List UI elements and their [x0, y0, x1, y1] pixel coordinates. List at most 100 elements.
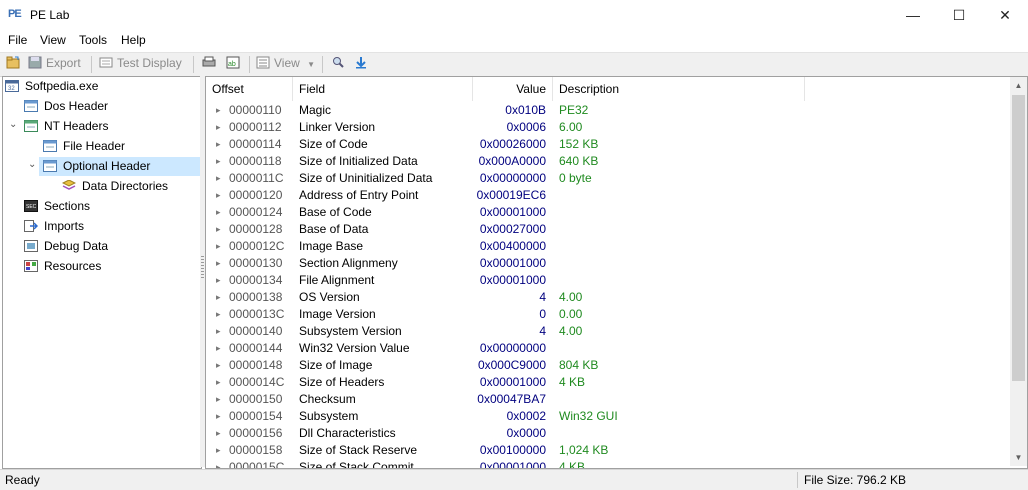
toolbar: Export Test Display ab View ▼: [0, 52, 1028, 77]
expand-arrow-icon: ▸: [216, 156, 221, 166]
download-button[interactable]: [354, 56, 372, 72]
table-row[interactable]: ▸ 00000138 OS Version 4 4.00: [206, 289, 1010, 306]
toolbar-separator: [249, 56, 250, 73]
table-row[interactable]: ▸ 00000124 Base of Code 0x00001000: [206, 204, 1010, 221]
expand-arrow-icon: ▸: [216, 139, 221, 149]
field-cell: Base of Code: [299, 205, 372, 219]
column-header-offset[interactable]: Offset: [206, 77, 293, 101]
table-row[interactable]: ▸ 0000014C Size of Headers 0x00001000 4 KB: [206, 374, 1010, 391]
view-dropdown[interactable]: View ▼: [256, 56, 315, 72]
tree-item-label: Sections: [44, 199, 91, 213]
table-row[interactable]: ▸ 00000114 Size of Code 0x00026000 152 KB: [206, 136, 1010, 153]
field-cell: Linker Version: [299, 120, 376, 134]
search-icon: [333, 57, 344, 68]
offset-cell: 00000118: [229, 154, 282, 168]
offset-cell: 00000114: [229, 137, 282, 151]
table-row[interactable]: ▸ 0000011C Size of Uninitialized Data 0x000…: [206, 170, 1010, 187]
view-label: View: [274, 56, 300, 70]
close-button[interactable]: ✕: [982, 0, 1028, 30]
table-row[interactable]: ▸ 00000156 Dll Characteristics 0x0000: [206, 425, 1010, 442]
display-icon: [99, 57, 113, 68]
tree-item-sections[interactable]: SEC Sections: [24, 197, 90, 216]
tree-item-root[interactable]: 32 Softpedia.exe: [5, 77, 98, 96]
tree-item-resources[interactable]: Resources: [24, 257, 101, 276]
minimize-button[interactable]: —: [890, 0, 936, 30]
value-cell: 0x00001000: [479, 273, 546, 287]
table-row[interactable]: ▸ 00000112 Linker Version 0x0006 6.00: [206, 119, 1010, 136]
column-header-description[interactable]: Description: [553, 77, 805, 101]
expand-arrow-icon: ▸: [216, 428, 221, 438]
scroll-up-icon[interactable]: ▲: [1010, 77, 1027, 94]
tree-item-dos-header[interactable]: Dos Header: [24, 97, 108, 116]
hex-view-button[interactable]: ab: [226, 56, 244, 72]
splitter-grip-icon[interactable]: [201, 256, 204, 280]
tree-item-debug-data[interactable]: Debug Data: [24, 237, 108, 256]
table-row[interactable]: ▸ 00000110 Magic 0x010B PE32: [206, 102, 1010, 119]
offset-cell: 00000138: [229, 290, 283, 304]
table-row[interactable]: ▸ 00000148 Size of Image 0x000C9000 804 KB: [206, 357, 1010, 374]
offset-cell: 00000148: [229, 358, 283, 372]
tree-item-imports[interactable]: Imports: [24, 217, 84, 236]
export-button[interactable]: Export: [28, 56, 81, 72]
description-cell: 1,024 KB: [559, 443, 609, 457]
print-button[interactable]: [202, 56, 220, 72]
description-cell: 4.00: [559, 324, 583, 338]
offset-cell: 0000011C: [229, 171, 284, 185]
table-row[interactable]: ▸ 00000144 Win32 Version Value 0x00000000: [206, 340, 1010, 357]
tree-item-optional-header[interactable]: Optional Header: [39, 157, 203, 176]
search-button[interactable]: [331, 56, 349, 72]
vertical-scrollbar[interactable]: ▲ ▼: [1010, 77, 1027, 466]
menu-view[interactable]: View: [40, 33, 66, 47]
table-row[interactable]: ▸ 00000158 Size of Stack Reserve 0x00100000…: [206, 442, 1010, 459]
table-row[interactable]: ▸ 0000013C Image Version 0 0.00: [206, 306, 1010, 323]
toolbar-separator: [91, 56, 92, 73]
column-header-value[interactable]: Value: [473, 77, 553, 101]
tree-item-file-header[interactable]: File Header: [43, 137, 125, 156]
description-cell: 4 KB: [559, 460, 586, 469]
offset-cell: 0000013C: [229, 307, 285, 321]
table-row[interactable]: ▸ 00000140 Subsystem Version 4 4.00: [206, 323, 1010, 340]
offset-cell: 00000134: [229, 273, 283, 287]
chevron-down-icon[interactable]: ⌄: [9, 119, 19, 130]
hex-icon: ab: [226, 56, 240, 69]
offset-cell: 00000112: [229, 120, 282, 134]
field-cell: Address of Entry Point: [299, 188, 419, 202]
value-cell: 0x00001000: [479, 256, 546, 270]
menu-help[interactable]: Help: [121, 33, 146, 47]
table-row[interactable]: ▸ 0000012C Image Base 0x00400000: [206, 238, 1010, 255]
scroll-down-icon[interactable]: ▼: [1010, 449, 1027, 466]
expand-arrow-icon: ▸: [216, 207, 221, 217]
chevron-down-icon[interactable]: ⌄: [28, 159, 38, 170]
value-cell: 4: [539, 290, 546, 304]
menu-file[interactable]: File: [8, 33, 27, 47]
tree-item-nt-headers[interactable]: NT Headers: [24, 117, 108, 136]
table-row[interactable]: ▸ 0000015C Size of Stack Commit 0x00001000 4…: [206, 459, 1010, 469]
value-cell: 0x00026000: [479, 137, 546, 151]
table-row[interactable]: ▸ 00000134 File Alignment 0x00001000: [206, 272, 1010, 289]
tree-item-data-directories[interactable]: Data Directories: [62, 177, 168, 196]
open-file-button[interactable]: [6, 56, 24, 72]
table-row[interactable]: ▸ 00000128 Base of Data 0x00027000: [206, 221, 1010, 238]
table-row[interactable]: ▸ 00000150 Checksum 0x00047BA7: [206, 391, 1010, 408]
field-cell: Checksum: [299, 392, 356, 406]
offset-cell: 00000144: [229, 341, 283, 355]
open-folder-icon: [6, 56, 20, 69]
table-row[interactable]: ▸ 00000118 Size of Initialized Data 0x000A0…: [206, 153, 1010, 170]
scroll-thumb[interactable]: [1012, 95, 1025, 381]
status-bar: Ready File Size: 796.2 KB: [0, 469, 1028, 490]
tree-item-label: Debug Data: [44, 239, 109, 253]
tree-item-label: Imports: [44, 219, 85, 233]
column-header-field[interactable]: Field: [293, 77, 473, 101]
table-row[interactable]: ▸ 00000154 Subsystem 0x0002 Win32 GUI: [206, 408, 1010, 425]
menu-tools[interactable]: Tools: [79, 33, 107, 47]
offset-cell: 00000124: [229, 205, 283, 219]
resources-icon: [24, 260, 38, 272]
directories-icon: [62, 180, 76, 190]
table-row[interactable]: ▸ 00000130 Section Alignmeny 0x00001000: [206, 255, 1010, 272]
svg-text:SEC: SEC: [26, 204, 37, 210]
test-display-button[interactable]: Test Display: [99, 56, 182, 72]
field-cell: Section Alignmeny: [299, 256, 398, 270]
table-row[interactable]: ▸ 00000120 Address of Entry Point 0x00019EC…: [206, 187, 1010, 204]
expand-arrow-icon: ▸: [216, 105, 221, 115]
maximize-button[interactable]: ☐: [936, 0, 982, 30]
